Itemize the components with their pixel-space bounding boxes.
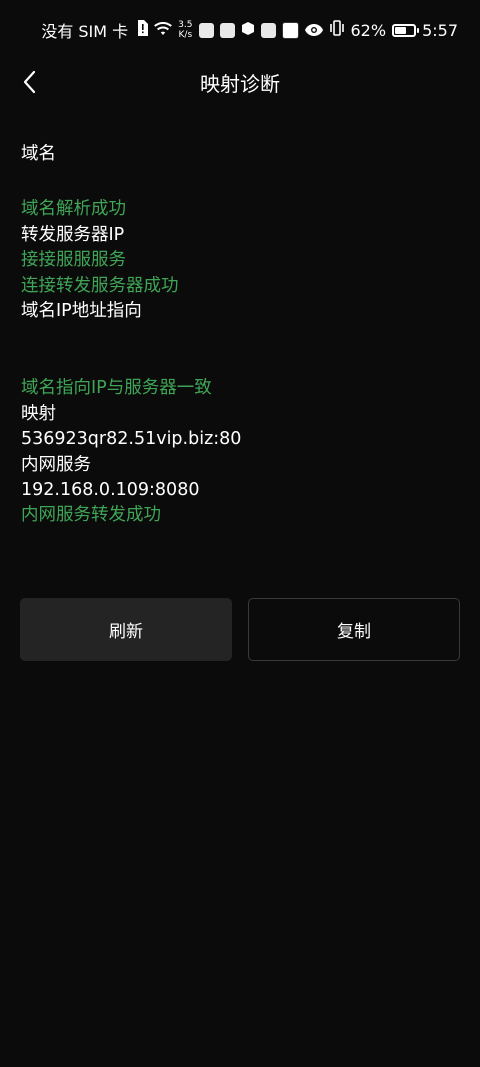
intranet-label: 内网服务: [21, 454, 91, 475]
wifi-icon: [154, 21, 173, 40]
forward-server-ip-label: 转发服务器IP: [21, 224, 125, 245]
domain-ip-match-status: 域名指向IP与服务器一致: [21, 378, 212, 399]
notification-app-icon: [219, 22, 235, 38]
status-bar: 没有 SIM 卡 3.5 K/s 62% 5:57: [0, 0, 480, 60]
copy-button-label: 复制: [337, 622, 371, 642]
diagnostic-results: 域名 域名解析成功 转发服务器IP 接接服服服务 连接转发服务器成功 域名IP地…: [21, 142, 461, 529]
domain-label: 域名: [21, 144, 56, 164]
carrier-text: 没有 SIM 卡: [41, 22, 129, 41]
page-title: 映射诊断: [200, 72, 280, 96]
battery-level-fill: [395, 26, 407, 34]
notification-app-icon: [260, 22, 276, 38]
vibrate-icon: [329, 20, 345, 40]
clock: 5:57: [422, 20, 458, 40]
notification-app-icon: [281, 21, 299, 39]
domain-resolve-status: 域名解析成功: [21, 199, 126, 220]
intranet-forward-status: 内网服务转发成功: [21, 505, 161, 526]
eye-icon: [304, 21, 323, 40]
refresh-button[interactable]: 刷新: [20, 598, 232, 661]
domain-ip-label: 域名IP地址指向: [21, 300, 142, 321]
sim-alert-icon: [136, 20, 149, 40]
top-bar: 映射诊断: [0, 60, 480, 104]
battery-icon: [392, 23, 420, 37]
notification-app-icon: [198, 22, 214, 38]
connect-service-status: 接接服服服务: [21, 250, 126, 271]
copy-button[interactable]: 复制: [248, 598, 460, 661]
box-icon: [241, 21, 255, 40]
network-speed: 3.5 K/s: [178, 20, 193, 40]
intranet-value: 192.168.0.109:8080: [21, 479, 200, 500]
refresh-button-label: 刷新: [109, 622, 143, 642]
mapping-value: 536923qr82.51vip.biz:80: [21, 429, 242, 450]
mapping-label: 映射: [21, 403, 56, 424]
battery-percent: 62%: [350, 20, 387, 40]
connect-forward-status: 连接转发服务器成功: [21, 275, 179, 296]
